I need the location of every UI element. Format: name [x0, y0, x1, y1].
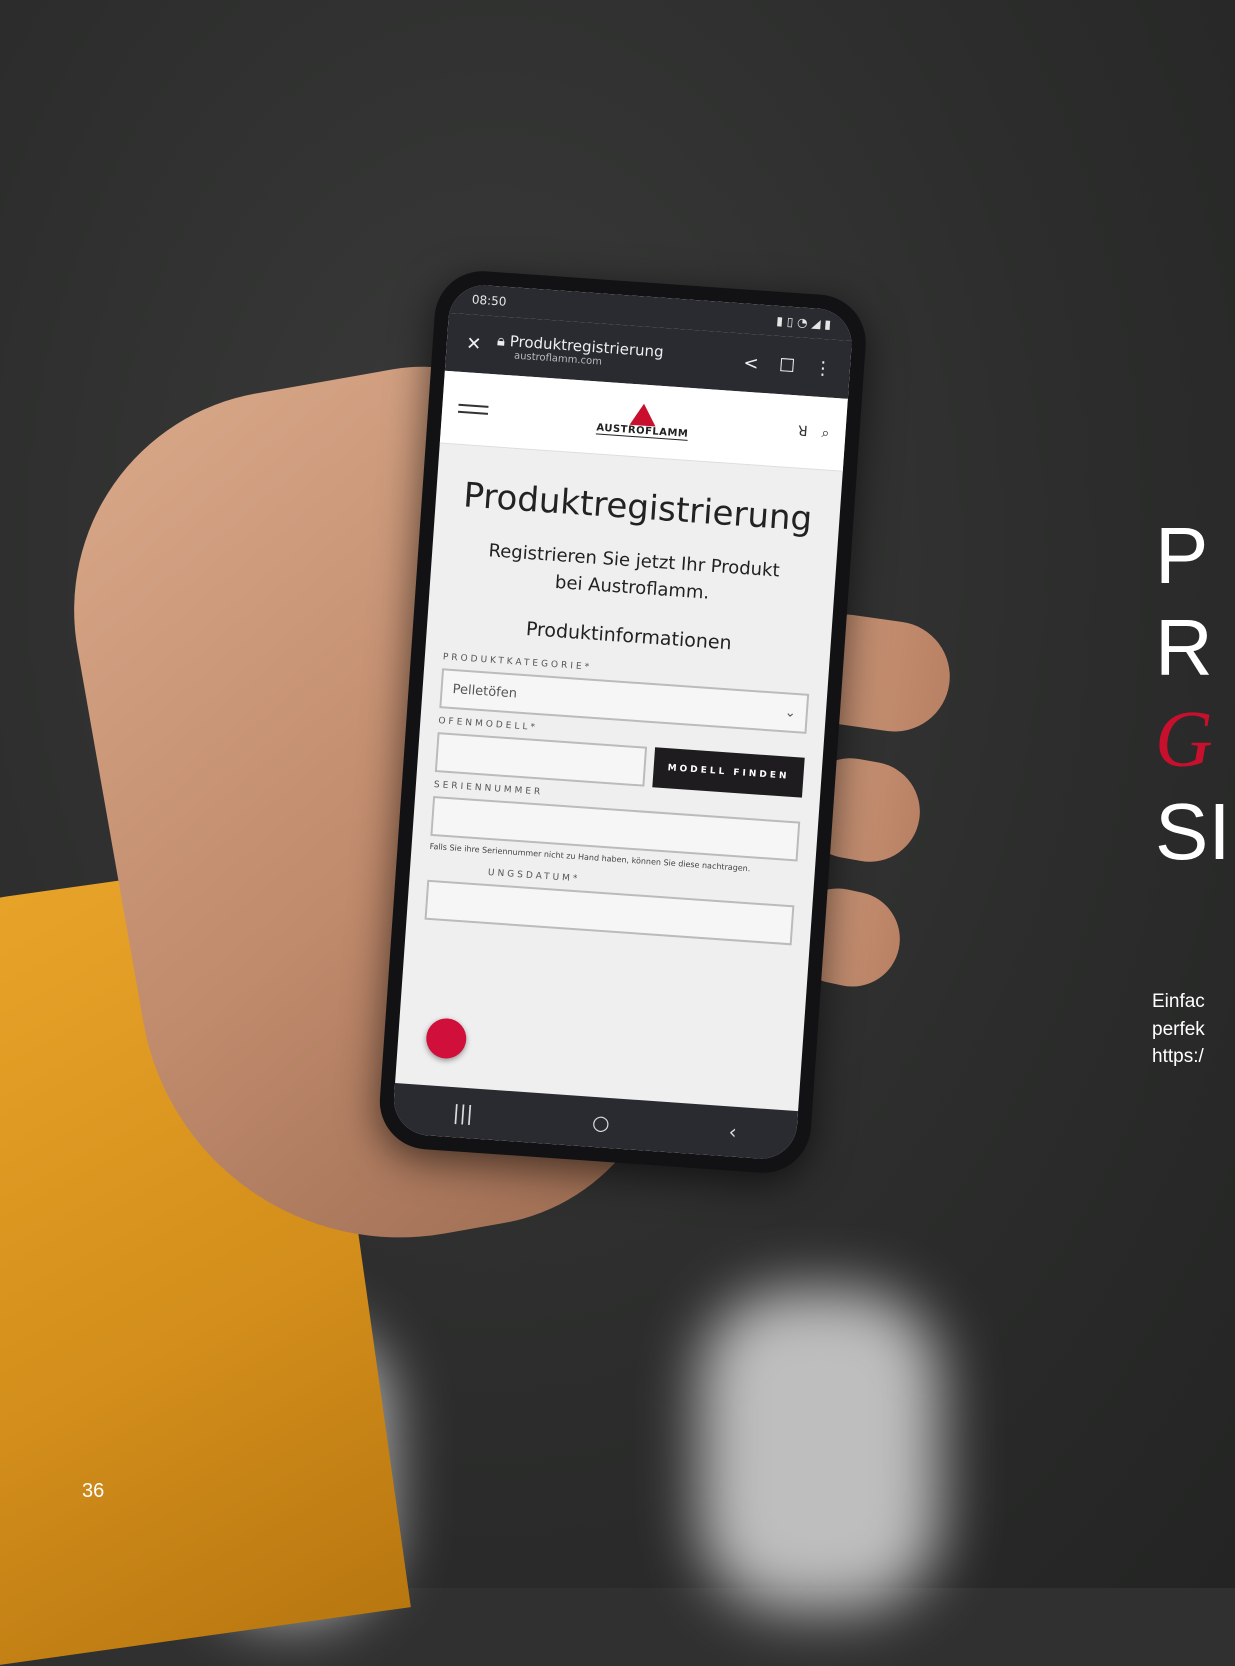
body-line-1: Einfac: [1152, 991, 1205, 1012]
phone-screen: 08:50 ▮ ▯ ◔ ◢ ▮ ✕ 🔒︎ Produktregistrierun…: [391, 282, 855, 1162]
user-icon[interactable]: ꓤ: [797, 424, 808, 441]
status-icons: ▮ ▯ ◔ ◢ ▮: [775, 313, 832, 332]
chevron-down-icon: ⌄: [784, 704, 797, 721]
subtitle-line-2: bei Austroflamm.: [554, 571, 710, 604]
headline-line-4: SI: [1155, 787, 1231, 876]
section-title: Produktinformationen: [525, 618, 733, 655]
page-number: 36: [82, 1480, 105, 1502]
body-line-3: https:/: [1152, 1046, 1204, 1068]
headline-line-3: G: [1155, 696, 1213, 784]
headline-line-2: R: [1155, 603, 1213, 692]
home-icon[interactable]: ○: [591, 1110, 610, 1135]
model-input[interactable]: [434, 732, 648, 787]
smartphone: 08:50 ▮ ▯ ◔ ◢ ▮ ✕ 🔒︎ Produktregistrierun…: [376, 268, 869, 1176]
body-text: Einfac perfek https:/: [1152, 988, 1205, 1071]
hamburger-menu-icon[interactable]: [457, 398, 489, 419]
android-nav-bar: ||| ○ ‹: [391, 1082, 799, 1162]
browser-title-block: 🔒︎ Produktregistrierung austroflamm.com: [496, 331, 729, 376]
page-title: Produktregistrierung: [462, 475, 814, 540]
headline-line-1: P: [1155, 511, 1209, 600]
headline: P R G SI: [1155, 510, 1231, 878]
logo-text: AUSTROFLAMM: [595, 422, 689, 441]
category-value: Pelletöfen: [452, 681, 518, 702]
page-subtitle: Registrieren Sie jetzt Ihr Produkt bei A…: [448, 535, 819, 615]
close-icon[interactable]: ✕: [460, 330, 488, 358]
find-model-button[interactable]: MODELL FINDEN: [652, 747, 805, 798]
chat-fab-button[interactable]: [424, 1017, 468, 1060]
page-content: Produktregistrierung Registrieren Sie je…: [405, 444, 843, 969]
austroflamm-logo[interactable]: AUSTROFLAMM: [595, 401, 690, 441]
logo-triangle-icon: [629, 402, 658, 427]
bookmark-icon[interactable]: ☐: [773, 352, 801, 380]
more-icon[interactable]: ⋮: [809, 354, 837, 382]
search-icon[interactable]: ⌕: [821, 425, 830, 442]
body-line-2: perfek: [1152, 1018, 1205, 1040]
subtitle-line-1: Registrieren Sie jetzt Ihr Produkt: [487, 540, 781, 582]
site-header-icons: ꓤ ⌕: [797, 424, 830, 442]
recent-apps-icon[interactable]: |||: [452, 1100, 474, 1125]
share-icon[interactable]: <: [737, 349, 765, 377]
status-time: 08:50: [471, 292, 507, 309]
blurred-shoe-right: [700, 1290, 940, 1610]
lock-icon: 🔒︎: [496, 330, 506, 350]
back-icon[interactable]: ‹: [728, 1119, 738, 1143]
